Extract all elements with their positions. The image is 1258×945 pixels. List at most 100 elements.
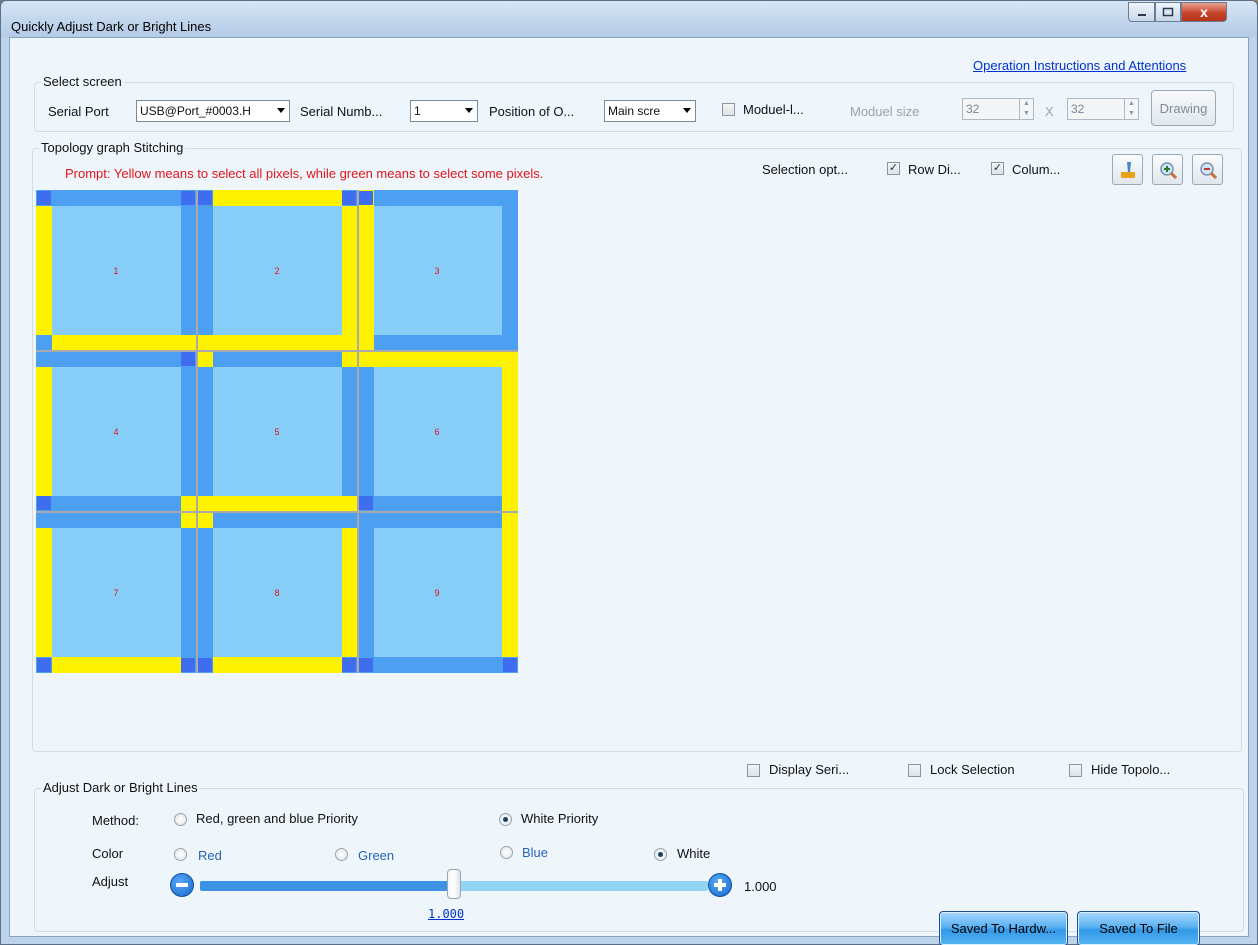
x-label: X [1045, 104, 1054, 119]
chevron-down-icon [683, 108, 691, 113]
grid-line [36, 511, 518, 513]
minimize-button[interactable] [1128, 2, 1155, 22]
color-white-radio[interactable] [654, 848, 667, 861]
color-blue-label: Blue [522, 845, 549, 860]
selected-strip[interactable] [197, 351, 213, 367]
method-white-radio[interactable] [499, 813, 512, 826]
title-bar[interactable]: Quickly Adjust Dark or Bright Lines x [1, 1, 1257, 37]
save-to-hardware-button[interactable]: Saved To Hardw... [939, 911, 1068, 945]
selected-row-strip[interactable] [213, 657, 342, 673]
adjust-value-link[interactable]: 1.000 [428, 907, 464, 921]
cabinet-number: 1 [113, 266, 119, 276]
spinner-arrows[interactable]: ▲ ▼ [1019, 99, 1033, 119]
selected-column-strip[interactable] [36, 367, 52, 496]
lock-selection-label: Lock Selection [930, 762, 1015, 777]
spin-up-icon: ▲ [1128, 100, 1135, 107]
maximize-button[interactable] [1155, 2, 1181, 22]
color-green-radio[interactable] [335, 848, 348, 861]
serial-number-value: 1 [414, 104, 421, 118]
corner-marker [342, 658, 356, 672]
window-title: Quickly Adjust Dark or Bright Lines [11, 19, 212, 34]
method-white-label: White Priority [521, 811, 599, 826]
close-icon: x [1200, 4, 1208, 20]
selected-column-strip[interactable] [502, 367, 518, 528]
cabinet-number: 6 [434, 427, 440, 437]
adjust-title: Adjust Dark or Bright Lines [41, 780, 200, 795]
cabinet-number: 4 [113, 427, 119, 437]
method-rgb-label: Red, green and blue Priority [196, 811, 358, 826]
color-blue-radio[interactable] [500, 846, 513, 859]
color-label: Color [92, 846, 124, 861]
decrease-button[interactable] [170, 873, 194, 897]
selected-column-strip[interactable] [342, 206, 358, 351]
hide-topology-checkbox[interactable] [1069, 764, 1082, 777]
corner-marker [181, 352, 195, 366]
selection-options-label: Selection opt... [762, 162, 848, 177]
zoom-out-icon [1199, 161, 1217, 179]
save-to-file-button[interactable]: Saved To File [1077, 911, 1200, 945]
selected-column-strip[interactable] [342, 528, 358, 657]
corner-marker [37, 658, 51, 672]
cabinet-number: 8 [274, 588, 280, 598]
brush-icon [1120, 161, 1135, 178]
spin-down-icon: ▼ [1023, 110, 1030, 117]
moduel-l-checkbox[interactable] [722, 103, 735, 116]
selected-column-strip[interactable] [358, 190, 374, 351]
minus-icon [176, 883, 188, 887]
corner-marker [359, 191, 373, 205]
corner-marker [37, 191, 51, 205]
column-label: Colum... [1012, 162, 1061, 177]
color-green-label: Green [358, 848, 395, 863]
plus-icon [714, 879, 726, 891]
slider-thumb[interactable] [447, 869, 461, 899]
topology-grid[interactable]: 1 2 3 4 5 6 7 8 9 [36, 190, 518, 673]
dialog-window: Quickly Adjust Dark or Bright Lines x Op… [0, 0, 1258, 945]
minimize-icon [1137, 14, 1146, 16]
selected-row-strip[interactable] [213, 190, 342, 206]
zoom-out-button[interactable] [1192, 154, 1223, 185]
selected-column-strip[interactable] [36, 528, 52, 657]
module-width-value: 32 [966, 102, 980, 116]
zoom-in-button[interactable] [1152, 154, 1183, 185]
method-rgb-radio[interactable] [174, 813, 187, 826]
row-checkbox[interactable]: ✓ [887, 162, 900, 175]
module-height-spinner[interactable]: 32 ▲ ▼ [1067, 98, 1139, 120]
zoom-in-icon [1159, 161, 1177, 179]
position-select[interactable]: Main scre [604, 100, 696, 122]
increase-button[interactable] [708, 873, 732, 897]
serial-number-select[interactable]: 1 [410, 100, 478, 122]
serial-port-select[interactable]: USB@Port_#0003.H [136, 100, 290, 122]
column-checkbox[interactable]: ✓ [991, 162, 1004, 175]
chevron-down-icon [465, 108, 473, 113]
selected-row-strip[interactable] [52, 657, 181, 673]
color-red-radio[interactable] [174, 848, 187, 861]
display-serial-checkbox[interactable] [747, 764, 760, 777]
color-red-label: Red [198, 848, 222, 863]
spinner-arrows[interactable]: ▲ ▼ [1124, 99, 1138, 119]
lock-selection-checkbox[interactable] [908, 764, 921, 777]
corner-marker [198, 191, 212, 205]
corner-marker [181, 191, 195, 205]
clear-selection-button[interactable] [1112, 154, 1143, 185]
maximize-icon [1162, 7, 1174, 17]
selected-column-strip[interactable] [36, 206, 52, 335]
corner-marker [359, 658, 373, 672]
grid-line [357, 190, 359, 673]
selected-row-strip[interactable] [181, 496, 358, 512]
spin-up-icon: ▲ [1023, 100, 1030, 107]
corner-marker [37, 496, 51, 510]
drawing-button[interactable]: Drawing [1151, 90, 1216, 126]
topology-title: Topology graph Stitching [39, 140, 186, 155]
selected-row-strip[interactable] [342, 351, 518, 367]
close-button[interactable]: x [1181, 2, 1227, 22]
selected-column-strip[interactable] [502, 528, 518, 657]
module-height-value: 32 [1071, 102, 1085, 116]
grid-line [36, 350, 518, 352]
corner-marker [198, 658, 212, 672]
corner-marker [359, 496, 373, 510]
hide-topology-label: Hide Topolo... [1091, 762, 1171, 777]
instructions-link[interactable]: Operation Instructions and Attentions [973, 58, 1186, 73]
corner-marker [342, 191, 356, 205]
module-width-spinner[interactable]: 32 ▲ ▼ [962, 98, 1034, 120]
serial-number-label: Serial Numb... [300, 104, 383, 119]
